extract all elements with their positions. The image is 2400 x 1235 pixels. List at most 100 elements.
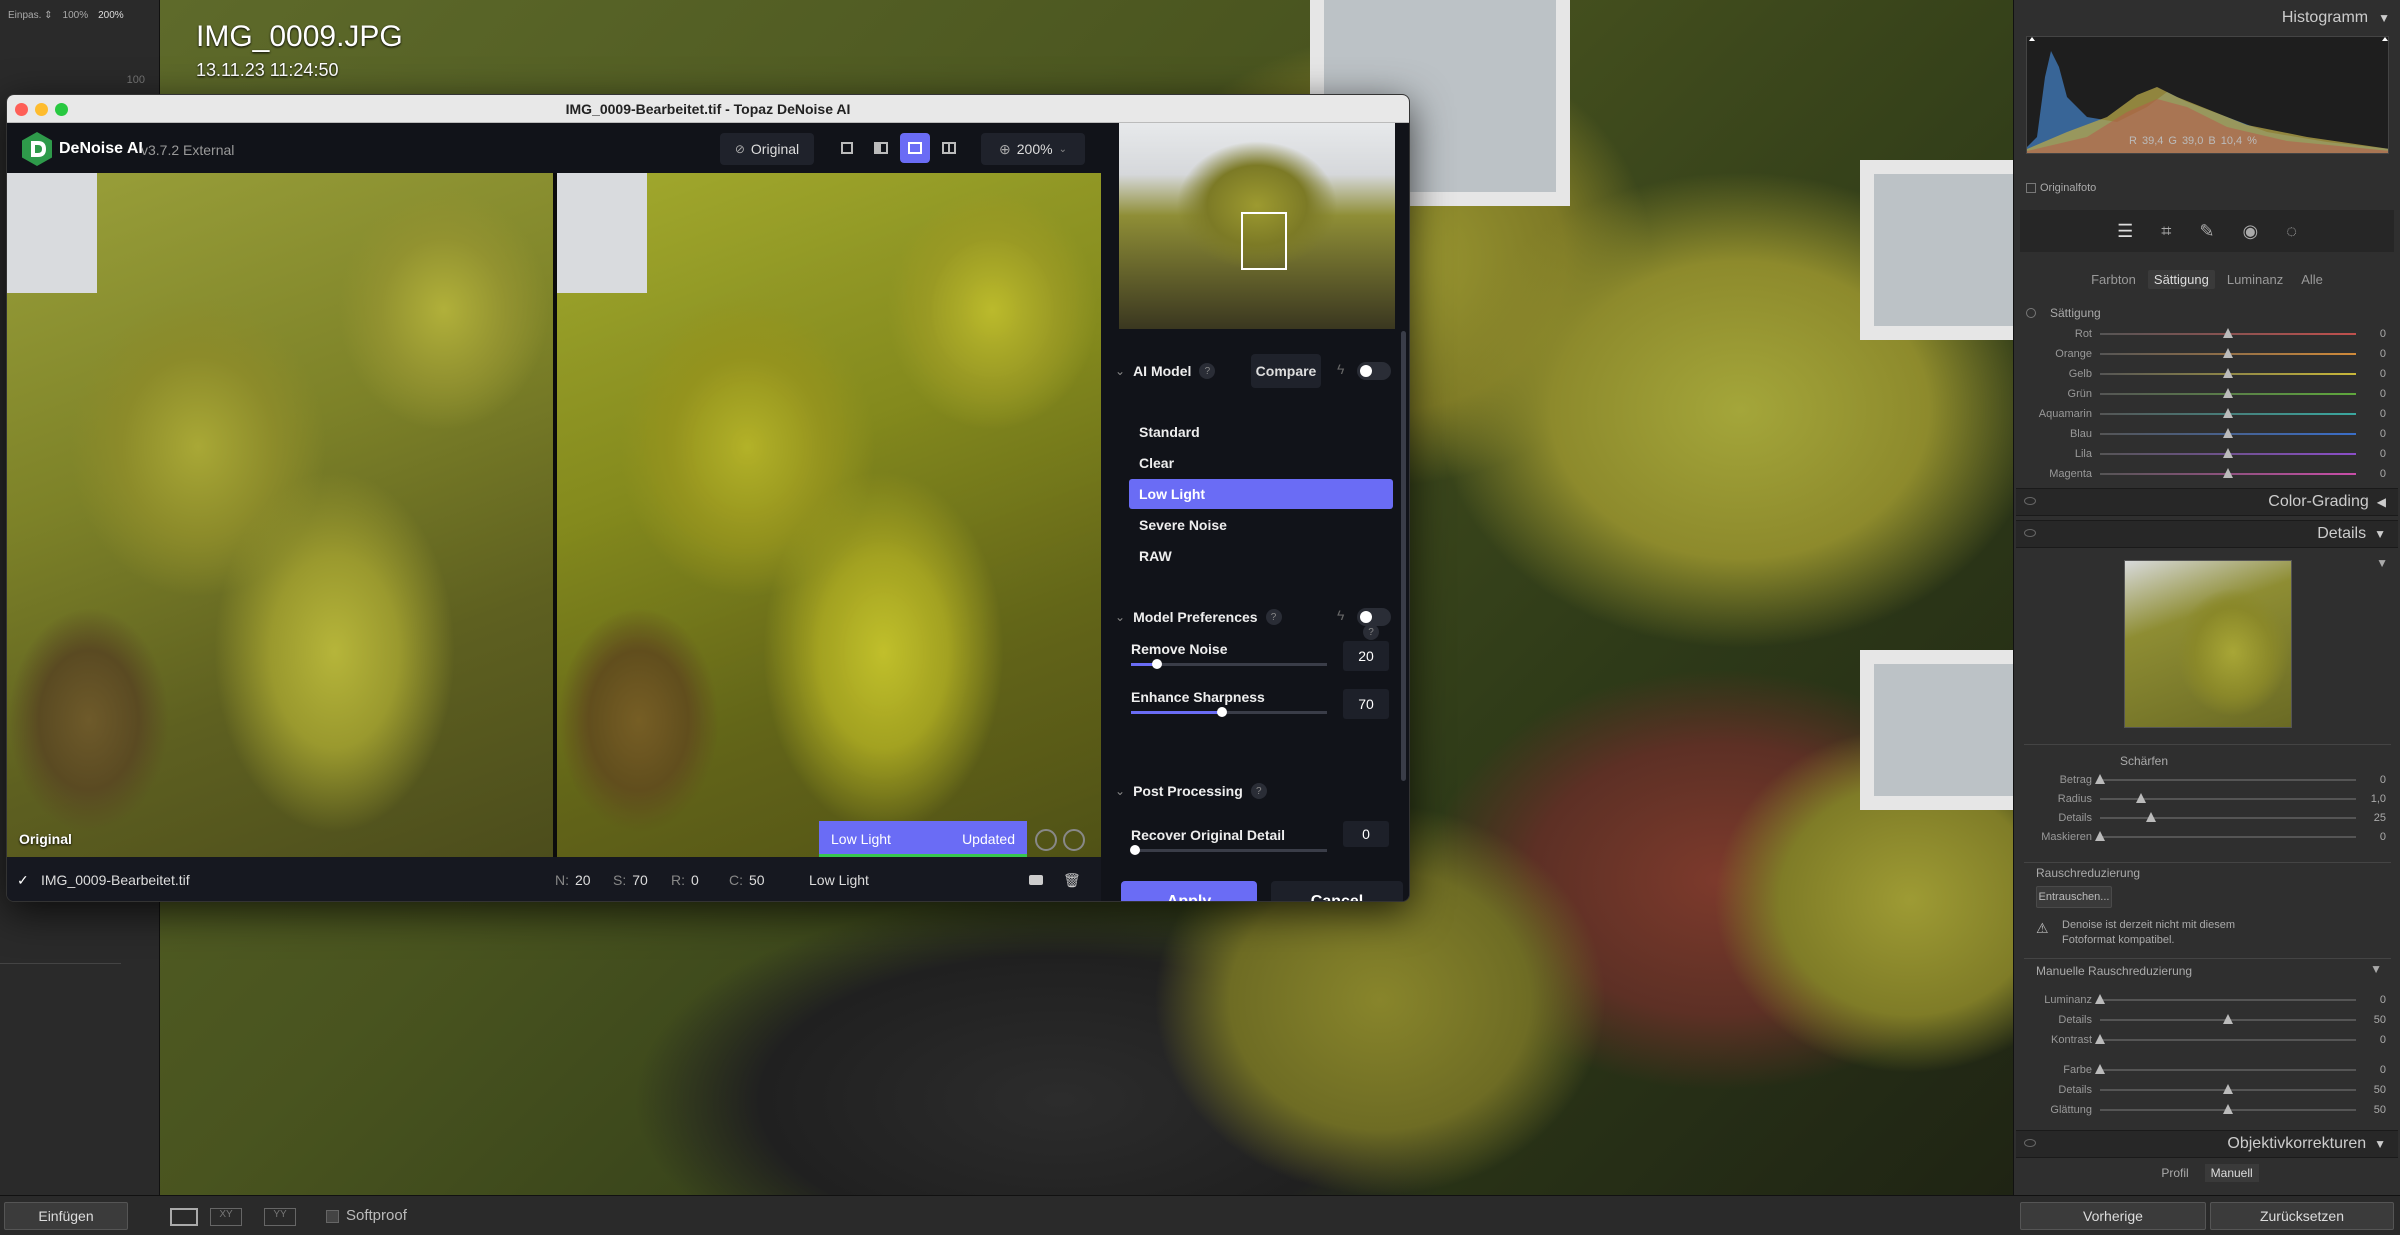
slider-track[interactable] [2100, 348, 2356, 358]
compare-button[interactable]: Compare [1251, 354, 1321, 388]
slider-thumb[interactable] [2223, 388, 2233, 398]
slider-track[interactable] [2100, 812, 2356, 822]
slider-track[interactable] [2100, 428, 2356, 438]
ai-model-auto-toggle[interactable] [1357, 362, 1391, 380]
target-adjust-icon[interactable] [2026, 308, 2036, 318]
loupe-view-icon[interactable] [170, 1208, 198, 1226]
slider-row[interactable]: Aquamarin 0 [2024, 406, 2386, 422]
navigator-viewport-box[interactable] [1241, 212, 1287, 270]
window-titlebar[interactable]: IMG_0009-Bearbeitet.tif - Topaz DeNoise … [7, 95, 1409, 123]
zoom-window-icon[interactable] [55, 103, 68, 116]
model-preferences-header[interactable]: ⌄ Model Preferences ? [1115, 599, 1282, 635]
slider-track[interactable] [2100, 1014, 2356, 1024]
slider-row[interactable]: Maskieren 0 [2024, 829, 2386, 845]
eye-icon[interactable] [2024, 497, 2036, 505]
model-option-severe-noise[interactable]: Severe Noise [1129, 510, 1393, 540]
previous-button[interactable]: Vorherige [2020, 1202, 2206, 1230]
details-header[interactable]: Details ▼ [2016, 520, 2398, 548]
help-icon[interactable]: ? [1363, 624, 1379, 640]
tab-luminance[interactable]: Luminanz [2221, 270, 2289, 289]
collapse-triangle-icon[interactable]: ▼ [2374, 1137, 2386, 1151]
recover-detail-value[interactable]: 0 [1343, 821, 1389, 847]
trash-icon[interactable]: 🗑 [1063, 872, 1081, 889]
slider-track[interactable] [2100, 368, 2356, 378]
slider-track[interactable] [2100, 408, 2356, 418]
mask-icon[interactable]: ◌ [2286, 221, 2297, 242]
slider-row[interactable]: Details 50 [2024, 1012, 2386, 1028]
slider-row[interactable]: Blau 0 [2024, 426, 2386, 442]
zoom-200-option[interactable]: 200% [98, 10, 124, 21]
slider-track[interactable] [2100, 448, 2356, 458]
crop-icon[interactable]: ⌗ [2161, 221, 2171, 242]
slider-track[interactable] [2100, 1104, 2356, 1114]
remove-noise-slider[interactable] [1131, 659, 1327, 669]
single-view-icon[interactable] [832, 133, 862, 163]
help-icon[interactable]: ? [1250, 783, 1267, 799]
enhance-sharpness-slider[interactable] [1131, 707, 1327, 717]
lens-corrections-header[interactable]: Objektivkorrekturen ▼ [2016, 1130, 2398, 1158]
slider-row[interactable]: Lila 0 [2024, 446, 2386, 462]
side-by-side-view-icon[interactable] [900, 133, 930, 163]
collapse-triangle-icon[interactable]: ▼ [2376, 556, 2388, 570]
survey-view-icon[interactable]: YY [264, 1208, 296, 1226]
slider-thumb[interactable] [2223, 1084, 2233, 1094]
zoom-fit-option[interactable]: Einpas. ⇕ [8, 10, 53, 21]
slider-row[interactable]: Gelb 0 [2024, 366, 2386, 382]
smile-feedback-icon[interactable] [1035, 829, 1057, 851]
detail-preview[interactable] [2124, 560, 2292, 728]
tab-hue[interactable]: Farbton [2085, 270, 2142, 289]
tab-saturation[interactable]: Sättigung [2147, 270, 2215, 289]
collapse-triangle-icon[interactable]: ▼ [2374, 527, 2386, 541]
tab-all[interactable]: Alle [2295, 270, 2329, 289]
original-photo-toggle[interactable]: Originalfoto [2026, 182, 2096, 194]
slider-row[interactable]: Glättung 50 [2024, 1102, 2386, 1118]
tab-profile[interactable]: Profil [2155, 1164, 2194, 1182]
checkbox-icon[interactable] [2026, 183, 2036, 193]
processed-preview-pane[interactable] [557, 173, 1101, 857]
color-grading-header[interactable]: Color-Grading ◀ [2016, 488, 2398, 516]
zoom-100-option[interactable]: 100% [63, 10, 89, 21]
slider-thumb[interactable] [2223, 328, 2233, 338]
reset-button[interactable]: Zurücksetzen [2210, 1202, 2394, 1230]
slider-thumb[interactable] [2095, 1034, 2105, 1044]
histogram-header[interactable]: Histogramm ▼ [2024, 4, 2390, 32]
compare-view-icon[interactable]: XY [210, 1208, 242, 1226]
apply-button[interactable]: Apply [1121, 881, 1257, 901]
slider-row[interactable]: Kontrast 0 [2024, 1032, 2386, 1048]
slider-thumb[interactable] [2146, 812, 2157, 822]
paste-button[interactable]: Einfügen [4, 1202, 128, 1230]
slider-track[interactable] [2100, 388, 2356, 398]
preferences-auto-toggle[interactable] [1357, 608, 1391, 626]
zoom-dropdown[interactable]: ⊕ 200% ⌄ [981, 133, 1085, 165]
slider-row[interactable]: Orange 0 [2024, 346, 2386, 362]
healing-icon[interactable]: ✎ [2199, 221, 2214, 242]
preview-canvas[interactable] [7, 173, 1101, 857]
slider-thumb[interactable] [2223, 348, 2233, 358]
slider-thumb[interactable] [2223, 1014, 2233, 1024]
model-option-low-light[interactable]: Low Light [1129, 479, 1393, 509]
slider-row[interactable]: Details 50 [2024, 1082, 2386, 1098]
slider-track[interactable] [2095, 1034, 2356, 1044]
slider-track[interactable] [2095, 831, 2356, 841]
help-icon[interactable]: ? [1199, 363, 1216, 379]
slider-track[interactable] [2100, 793, 2356, 803]
slider-thumb[interactable] [2223, 448, 2233, 458]
slider-track[interactable] [2100, 468, 2356, 478]
sliders-icon[interactable]: ☰ [2117, 221, 2133, 242]
slider-row[interactable]: Farbe 0 [2024, 1062, 2386, 1078]
slider-track[interactable] [2095, 774, 2356, 784]
slider-track[interactable] [2095, 994, 2356, 1004]
slider-thumb[interactable] [2223, 468, 2233, 478]
recover-detail-slider[interactable] [1130, 845, 1327, 855]
original-toggle-button[interactable]: ⊘ Original [720, 133, 814, 165]
quad-view-icon[interactable] [934, 133, 964, 163]
slider-thumb[interactable] [2095, 1064, 2105, 1074]
preview-eye-icon[interactable] [1029, 875, 1043, 885]
slider-thumb[interactable] [2135, 793, 2146, 803]
model-option-clear[interactable]: Clear [1129, 448, 1393, 478]
model-option-standard[interactable]: Standard [1129, 417, 1393, 447]
denoise-button[interactable]: Entrauschen... [2036, 886, 2112, 908]
slider-row[interactable]: Details 25 [2024, 810, 2386, 826]
slider-thumb[interactable] [2095, 994, 2105, 1004]
slider-thumb[interactable] [2095, 774, 2105, 784]
